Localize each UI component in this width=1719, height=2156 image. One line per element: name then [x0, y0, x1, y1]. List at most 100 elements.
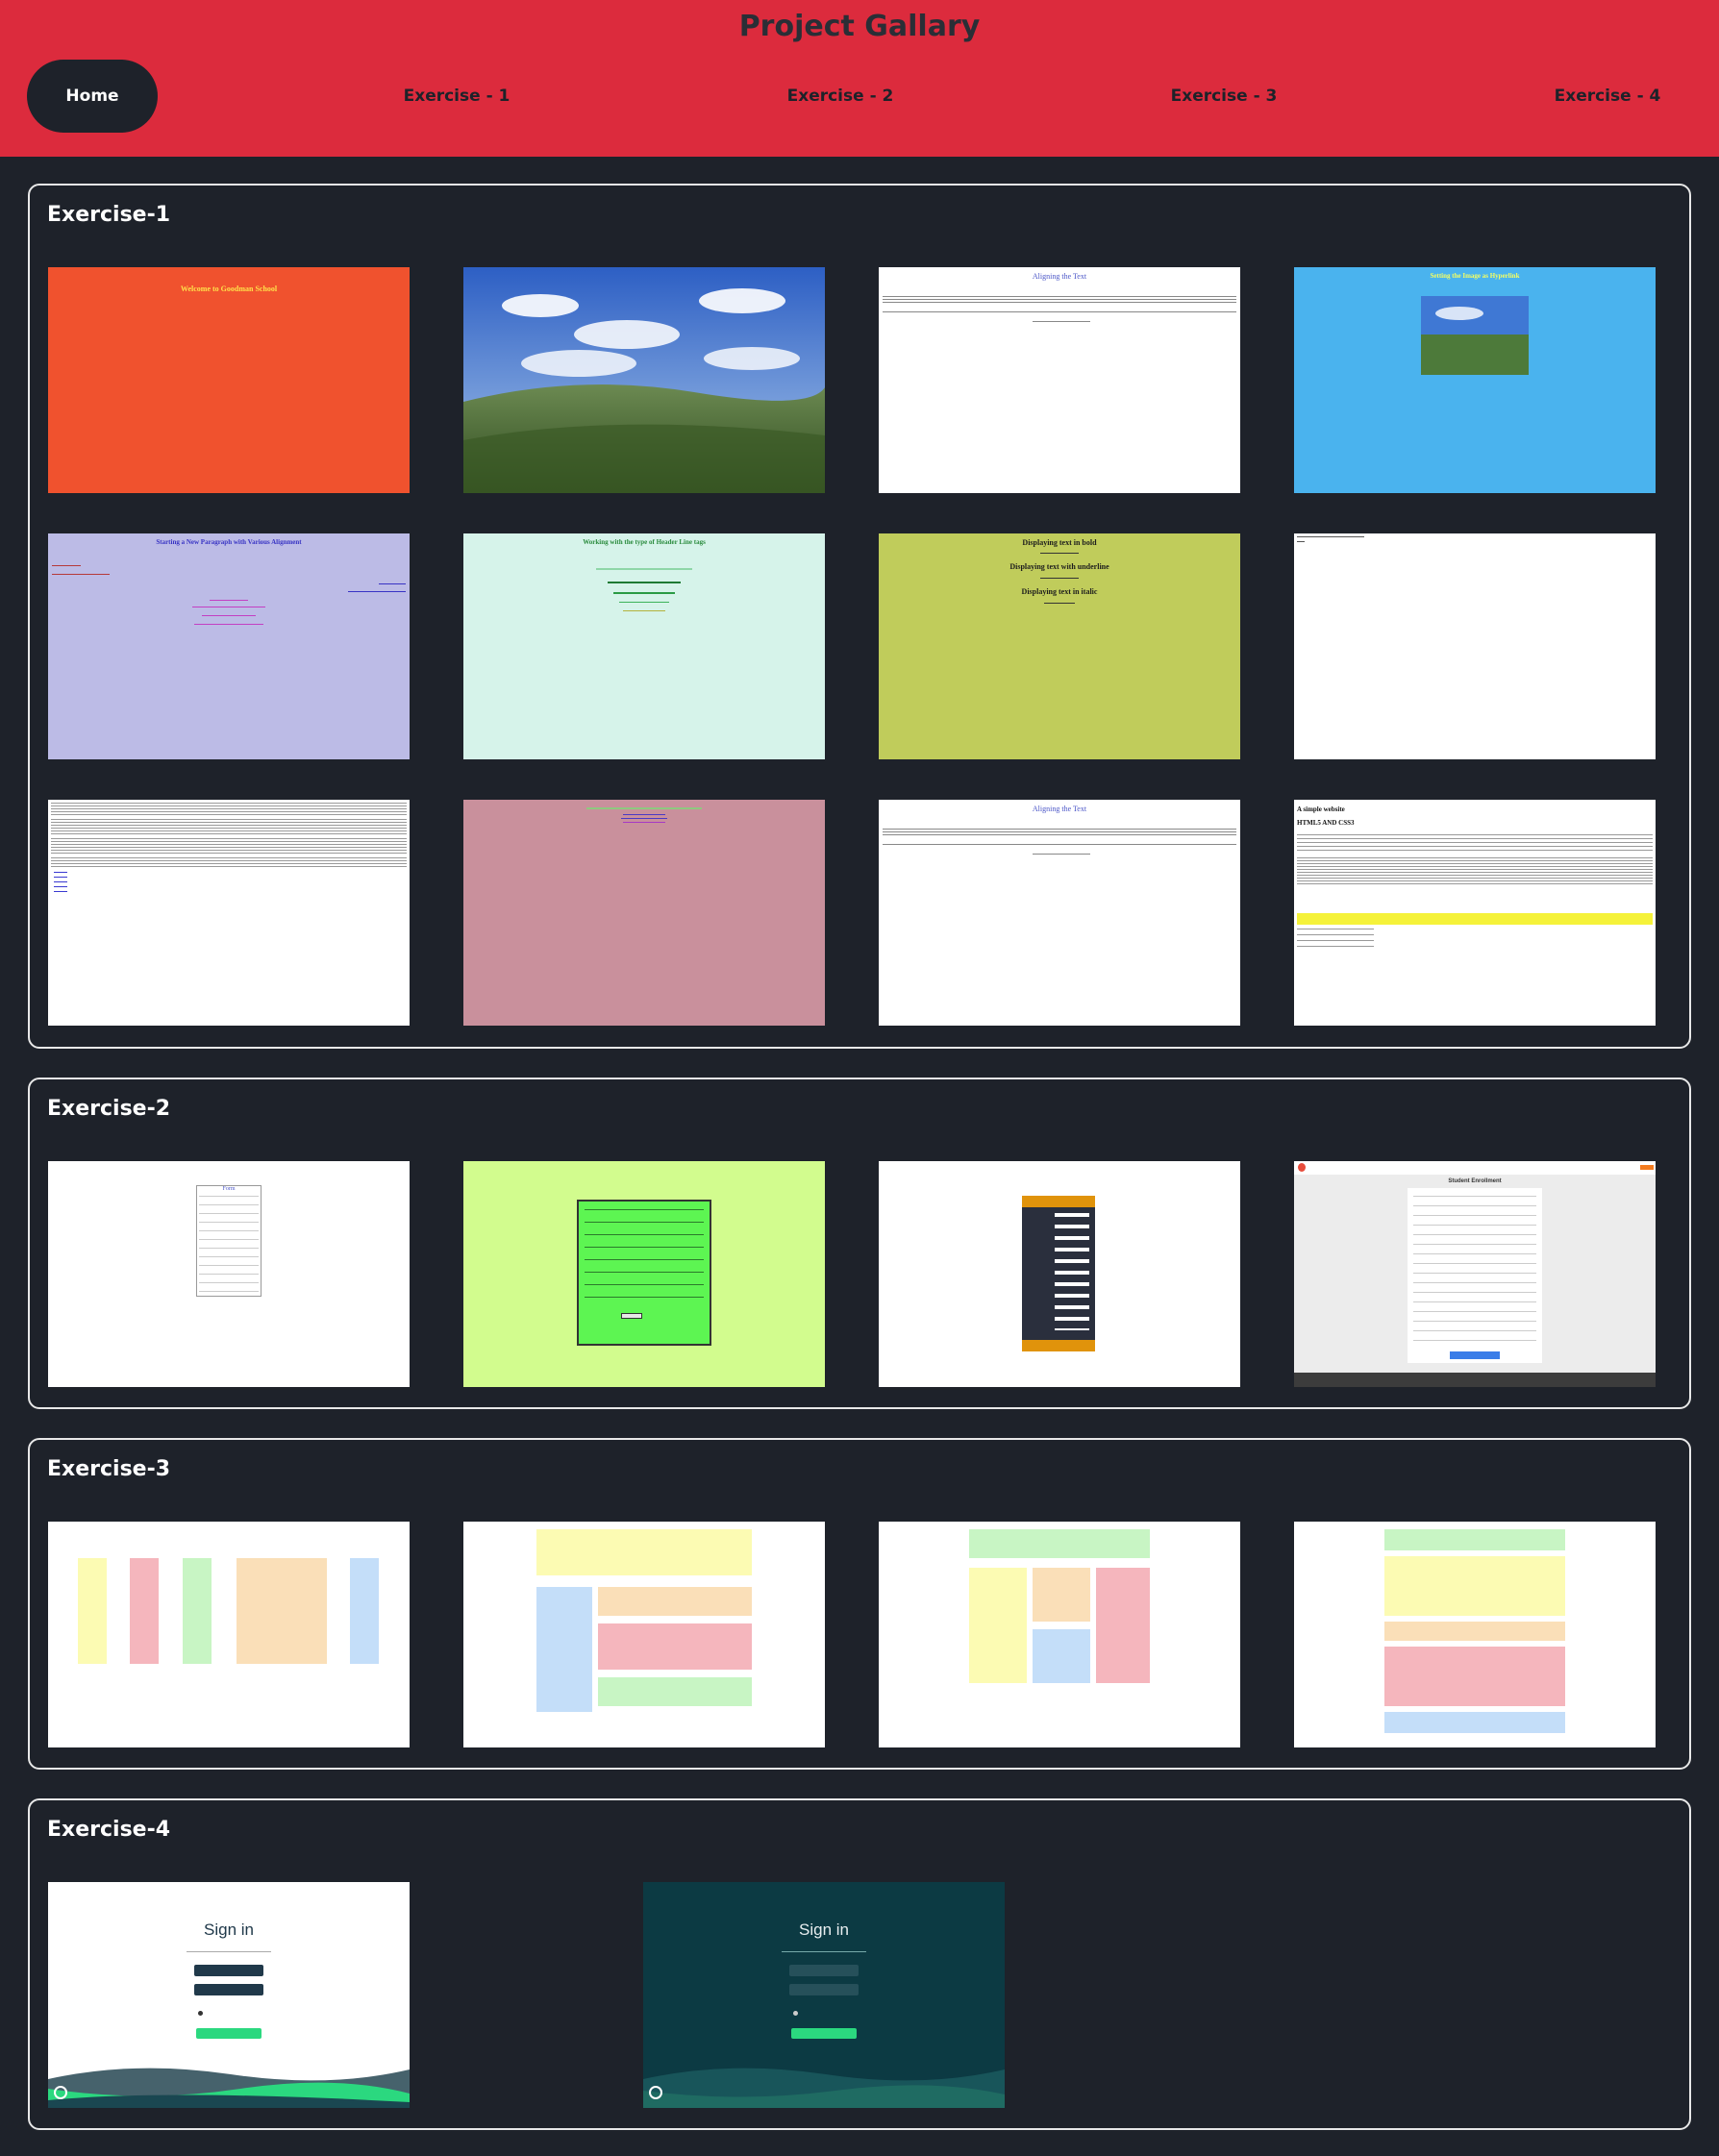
form-table: Form: [196, 1185, 262, 1297]
thumbnail-1-11[interactable]: Aligning the Text: [879, 800, 1240, 1026]
thumbnail-1-3[interactable]: Aligning the Text: [879, 267, 1240, 493]
thumbnail-1-6[interactable]: Working with the type of Header Line tag…: [463, 533, 825, 759]
page-title: Project Gallary: [738, 10, 981, 43]
theme-toggle-icon: [649, 2086, 662, 2099]
thumbnail-caption: Student Enrollment: [1448, 1178, 1502, 1184]
thumbnail-3-4[interactable]: [1294, 1522, 1656, 1747]
link-list: [54, 872, 67, 893]
thumbnail-4-1[interactable]: Sign in: [48, 1882, 410, 2108]
section-exercise-4: Exercise-4 Sign in Sign in: [28, 1798, 1691, 2130]
layout-block: [969, 1568, 1027, 1683]
thumbnail-subtitle: Displaying text in italic: [1021, 587, 1098, 596]
nav-exercise-2[interactable]: Exercise - 2: [773, 60, 908, 133]
submit-button: [1450, 1351, 1500, 1359]
layout-block: [1384, 1712, 1565, 1733]
text-line: [623, 814, 665, 815]
thumbnail-caption: Displaying text in bold: [1022, 538, 1097, 547]
header: Project Gallary Home Exercise - 1 Exerci…: [0, 0, 1719, 157]
thumbnail-4-2[interactable]: Sign in: [643, 1882, 1005, 2108]
form-rows: [199, 1196, 259, 1292]
text-block: [51, 803, 407, 816]
layout-block: [1384, 1647, 1565, 1706]
layout-block: [536, 1529, 752, 1575]
thumbnail-1-1[interactable]: Welcome to Goodman School: [48, 267, 410, 493]
text-line: [210, 600, 248, 601]
text-line: [202, 615, 256, 616]
text-line: [883, 829, 1236, 830]
checkbox: [198, 2011, 203, 2016]
layout-block: [536, 1587, 592, 1712]
login-button: [791, 2028, 857, 2039]
text-line: [586, 807, 702, 809]
thumbnail-1-8[interactable]: [1294, 533, 1656, 759]
text-line: [883, 831, 1236, 832]
submit-button: [621, 1313, 642, 1319]
layout-block: [598, 1623, 752, 1670]
section-title: Exercise-2: [47, 1097, 171, 1121]
thumbnail-1-10[interactable]: [463, 800, 825, 1026]
wave-decoration: [48, 2068, 410, 2108]
thumbnail-3-3[interactable]: [879, 1522, 1240, 1747]
text-line: [379, 583, 406, 584]
thumbnail-caption: Aligning the Text: [1032, 805, 1087, 813]
layout-column: [130, 1558, 159, 1664]
text-line: [194, 624, 263, 625]
text-line: [883, 299, 1236, 300]
text-line: [1033, 854, 1090, 855]
nav-exercise-1[interactable]: Exercise - 1: [389, 60, 524, 133]
layout-block: [1033, 1568, 1090, 1622]
thumbnail-1-2[interactable]: [463, 267, 825, 493]
thumbnail-2-2[interactable]: [463, 1161, 825, 1387]
highlighted-text: [1297, 913, 1653, 925]
layout-block: [1384, 1622, 1565, 1641]
thumbnail-3-1[interactable]: [48, 1522, 410, 1747]
text-line: [187, 1951, 271, 1952]
text-line: [883, 311, 1236, 312]
signin-title: Sign in: [799, 1921, 849, 1939]
layout-column: [78, 1558, 107, 1664]
layout-block: [1033, 1629, 1090, 1683]
thumbnail-1-12[interactable]: A simple website HTML5 AND CSS3: [1294, 800, 1656, 1026]
text-line: [883, 296, 1236, 297]
text-line: [613, 592, 675, 594]
thumbnail-2-1[interactable]: Form: [48, 1161, 410, 1387]
login-input: [194, 1965, 263, 1976]
text-line: [1040, 553, 1079, 554]
text-block: [1297, 834, 1653, 854]
text-line: [348, 591, 406, 592]
thumbnail-1-5[interactable]: Starting a New Paragraph with Various Al…: [48, 533, 410, 759]
hyperlink-image: [1421, 296, 1529, 375]
mini-button: [1640, 1165, 1654, 1170]
thumbnail-2-3[interactable]: [879, 1161, 1240, 1387]
section-title: Exercise-3: [47, 1457, 171, 1481]
thumbnail-subtitle: Displaying text with underline: [1009, 562, 1109, 571]
layout-column: [183, 1558, 212, 1664]
thumbnail-3-2[interactable]: [463, 1522, 825, 1747]
text-line: [1297, 541, 1305, 542]
nav-exercise-3[interactable]: Exercise - 3: [1157, 60, 1291, 133]
text-line: [1044, 603, 1075, 604]
layout-block: [1096, 1568, 1150, 1683]
checkbox: [793, 2011, 798, 2016]
form-title: Form: [222, 1186, 236, 1192]
section-title: Exercise-1: [47, 203, 171, 227]
text-line: [782, 1951, 866, 1952]
thumbnail-1-7[interactable]: Displaying text in bold Displaying text …: [879, 533, 1240, 759]
thumbnail-caption: Working with the type of Header Line tag…: [583, 538, 706, 546]
layout-block: [598, 1677, 752, 1706]
signin-title: Sign in: [204, 1921, 254, 1939]
password-input: [194, 1984, 263, 1995]
logo-icon: [1298, 1163, 1306, 1172]
text-line: [596, 568, 692, 570]
nav-home[interactable]: Home: [27, 60, 158, 133]
text-block: [51, 838, 407, 855]
thumbnail-caption: Setting the Image as Hyperlink: [1430, 272, 1520, 280]
thumbnail-2-4[interactable]: Student Enrollment: [1294, 1161, 1656, 1387]
thumbnail-caption: Starting a New Paragraph with Various Al…: [156, 538, 302, 546]
nav-exercise-4[interactable]: Exercise - 4: [1540, 60, 1675, 133]
text-line: [52, 565, 81, 566]
text-line: [621, 818, 667, 819]
thumbnail-1-4[interactable]: Setting the Image as Hyperlink: [1294, 267, 1656, 493]
text-line: [623, 822, 665, 823]
thumbnail-1-9[interactable]: [48, 800, 410, 1026]
